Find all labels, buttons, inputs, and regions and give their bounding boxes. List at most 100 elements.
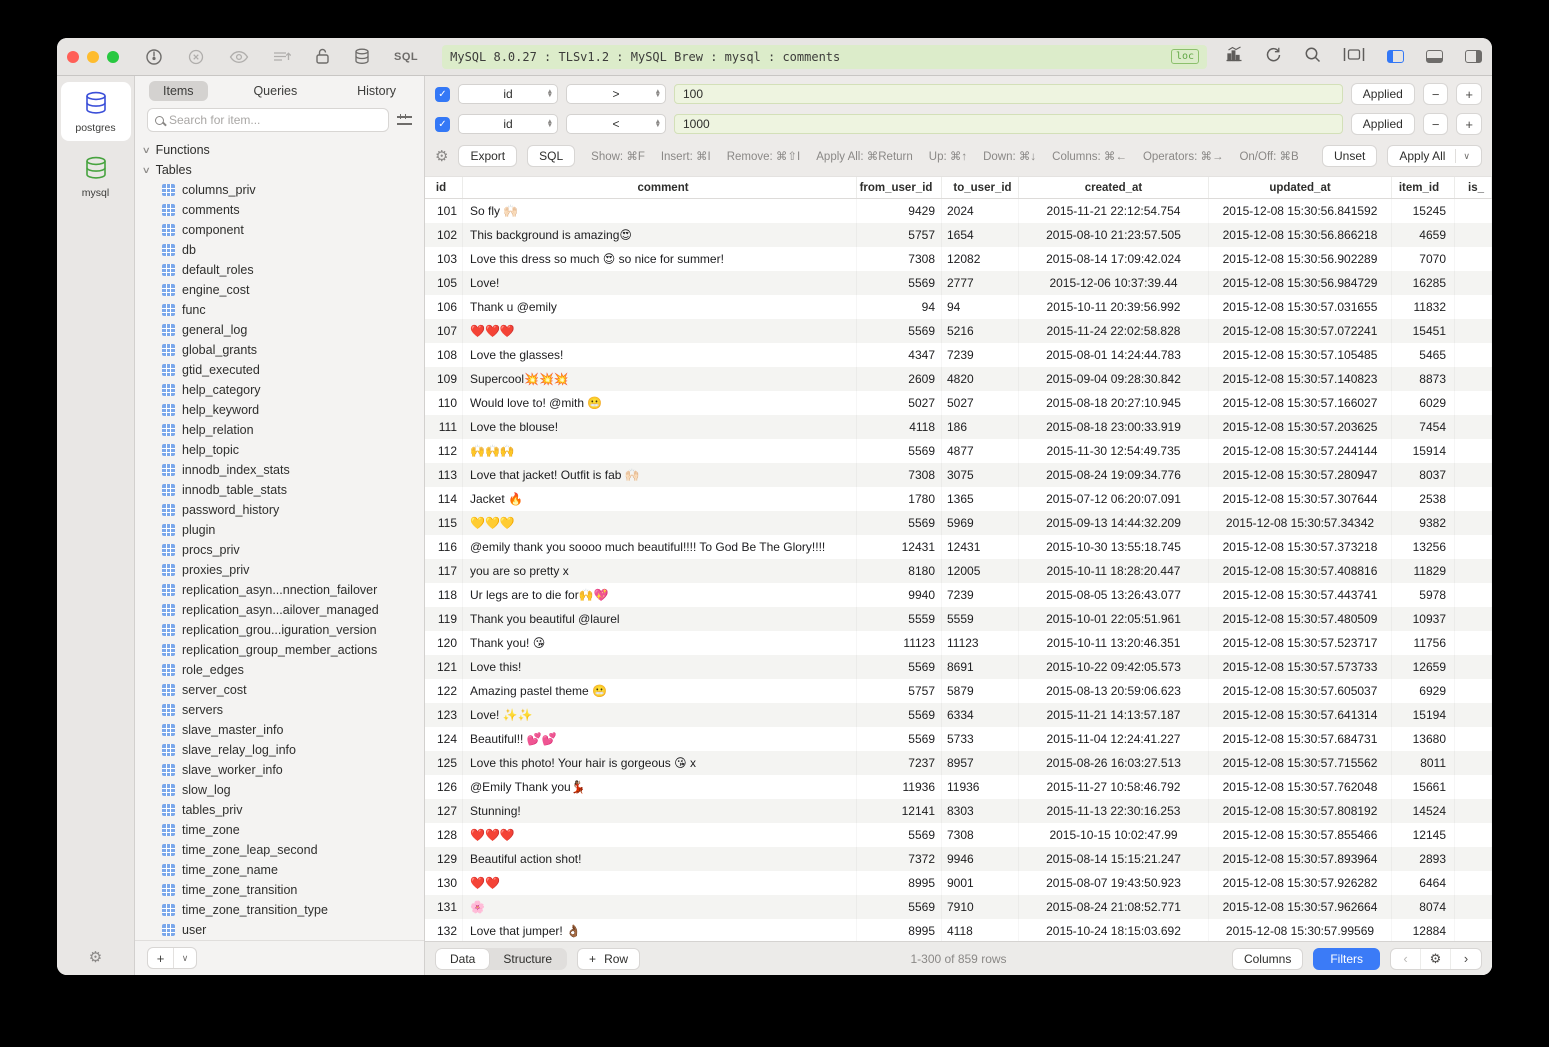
cell-updated-at[interactable]: 2015-12-08 15:30:57.105485 <box>1209 343 1392 367</box>
cell-created-at[interactable]: 2015-11-04 12:24:41.227 <box>1019 727 1209 751</box>
table-row[interactable]: 121 Love this! 5569 8691 2015-10-22 09:4… <box>425 655 1492 679</box>
cell-is[interactable] <box>1455 319 1492 343</box>
cell-created-at[interactable]: 2015-11-24 22:02:58.828 <box>1019 319 1209 343</box>
cell-is[interactable] <box>1455 391 1492 415</box>
chevron-down-icon[interactable]: ∨ <box>174 948 196 968</box>
cell-comment[interactable]: @Emily Thank you💃🏾 <box>463 775 857 799</box>
cell-comment[interactable]: Thank you! 😘 <box>463 631 857 655</box>
cell-from-user-id[interactable]: 5569 <box>857 655 942 679</box>
cell-item-id[interactable]: 8873 <box>1392 367 1455 391</box>
cell-from-user-id[interactable]: 8995 <box>857 871 942 895</box>
cell-updated-at[interactable]: 2015-12-08 15:30:57.408816 <box>1209 559 1392 583</box>
cell-from-user-id[interactable]: 7372 <box>857 847 942 871</box>
cell-id[interactable]: 126 <box>425 775 463 799</box>
cell-id[interactable]: 113 <box>425 463 463 487</box>
cell-id[interactable]: 128 <box>425 823 463 847</box>
lock-icon[interactable] <box>315 48 330 65</box>
table-row[interactable]: 111 Love the blouse! 4118 186 2015-08-18… <box>425 415 1492 439</box>
cell-id[interactable]: 125 <box>425 751 463 775</box>
sidebar-table-item[interactable]: slave_master_info <box>135 720 424 740</box>
cell-id[interactable]: 101 <box>425 199 463 223</box>
cell-to-user-id[interactable]: 1654 <box>942 223 1019 247</box>
cell-is[interactable] <box>1455 895 1492 919</box>
cell-id[interactable]: 103 <box>425 247 463 271</box>
cell-item-id[interactable]: 6464 <box>1392 871 1455 895</box>
cell-is[interactable] <box>1455 487 1492 511</box>
cell-comment[interactable]: ❤️❤️ <box>463 871 857 895</box>
sidebar-table-item[interactable]: replication_asyn...nnection_failover <box>135 580 424 600</box>
cell-updated-at[interactable]: 2015-12-08 15:30:57.855466 <box>1209 823 1392 847</box>
cell-item-id[interactable]: 11829 <box>1392 559 1455 583</box>
sidebar-table-item[interactable]: general_log <box>135 320 424 340</box>
cell-comment[interactable]: Amazing pastel theme 😬 <box>463 679 857 703</box>
cell-created-at[interactable]: 2015-10-22 09:42:05.573 <box>1019 655 1209 679</box>
cell-is[interactable] <box>1455 655 1492 679</box>
cell-is[interactable] <box>1455 535 1492 559</box>
cell-id[interactable]: 120 <box>425 631 463 655</box>
cell-comment[interactable]: Love the blouse! <box>463 415 857 439</box>
table-row[interactable]: 120 Thank you! 😘 11123 11123 2015-10-11 … <box>425 631 1492 655</box>
cell-updated-at[interactable]: 2015-12-08 15:30:57.480509 <box>1209 607 1392 631</box>
cell-id[interactable]: 127 <box>425 799 463 823</box>
table-row[interactable]: 105 Love! 5569 2777 2015-12-06 10:37:39.… <box>425 271 1492 295</box>
cell-created-at[interactable]: 2015-08-07 19:43:50.923 <box>1019 871 1209 895</box>
cell-item-id[interactable]: 15914 <box>1392 439 1455 463</box>
cell-item-id[interactable]: 6029 <box>1392 391 1455 415</box>
cell-updated-at[interactable]: 2015-12-08 15:30:57.99569 <box>1209 919 1392 941</box>
cell-updated-at[interactable]: 2015-12-08 15:30:57.140823 <box>1209 367 1392 391</box>
cell-to-user-id[interactable]: 186 <box>942 415 1019 439</box>
sidebar-table-item[interactable]: help_relation <box>135 420 424 440</box>
cell-comment[interactable]: Beautiful!! 💕💕 <box>463 727 857 751</box>
cell-from-user-id[interactable]: 7308 <box>857 247 942 271</box>
cell-is[interactable] <box>1455 295 1492 319</box>
cell-from-user-id[interactable]: 12141 <box>857 799 942 823</box>
cell-to-user-id[interactable]: 5733 <box>942 727 1019 751</box>
cell-item-id[interactable]: 16285 <box>1392 271 1455 295</box>
cell-comment[interactable]: Would love to! @mith 😬 <box>463 391 857 415</box>
cell-created-at[interactable]: 2015-08-14 17:09:42.024 <box>1019 247 1209 271</box>
cell-created-at[interactable]: 2015-10-24 18:15:03.692 <box>1019 919 1209 941</box>
sidebar-table-item[interactable]: proxies_priv <box>135 560 424 580</box>
search-input[interactable] <box>169 113 381 127</box>
sidebar-table-item[interactable]: time_zone_name <box>135 860 424 880</box>
cell-is[interactable] <box>1455 703 1492 727</box>
cell-from-user-id[interactable]: 4347 <box>857 343 942 367</box>
cell-updated-at[interactable]: 2015-12-08 15:30:57.072241 <box>1209 319 1392 343</box>
cell-is[interactable] <box>1455 871 1492 895</box>
cell-to-user-id[interactable]: 3075 <box>942 463 1019 487</box>
cell-created-at[interactable]: 2015-10-15 10:02:47.99 <box>1019 823 1209 847</box>
cell-created-at[interactable]: 2015-09-04 09:28:30.842 <box>1019 367 1209 391</box>
tree-group-functions[interactable]: ∨ Functions <box>135 140 424 160</box>
remove-filter-button[interactable]: − <box>1423 83 1449 105</box>
sidebar-table-item[interactable]: password_history <box>135 500 424 520</box>
table-row[interactable]: 127 Stunning! 12141 8303 2015-11-13 22:3… <box>425 799 1492 823</box>
cell-created-at[interactable]: 2015-08-26 16:03:27.513 <box>1019 751 1209 775</box>
cell-is[interactable] <box>1455 247 1492 271</box>
cell-comment[interactable]: Love the glasses! <box>463 343 857 367</box>
cell-updated-at[interactable]: 2015-12-08 15:30:57.244144 <box>1209 439 1392 463</box>
cell-id[interactable]: 121 <box>425 655 463 679</box>
cell-id[interactable]: 107 <box>425 319 463 343</box>
cell-id[interactable]: 109 <box>425 367 463 391</box>
cell-from-user-id[interactable]: 11123 <box>857 631 942 655</box>
table-row[interactable]: 118 Ur legs are to die for🙌💖 9940 7239 2… <box>425 583 1492 607</box>
sidebar-table-item[interactable]: component <box>135 220 424 240</box>
filter-options-icon[interactable] <box>397 114 412 126</box>
remove-filter-button[interactable]: − <box>1423 113 1449 135</box>
cell-to-user-id[interactable]: 9946 <box>942 847 1019 871</box>
cell-is[interactable] <box>1455 223 1492 247</box>
cell-id[interactable]: 106 <box>425 295 463 319</box>
column-header-item-id[interactable]: item_id <box>1392 177 1455 198</box>
cell-updated-at[interactable]: 2015-12-08 15:30:57.605037 <box>1209 679 1392 703</box>
cell-updated-at[interactable]: 2015-12-08 15:30:57.808192 <box>1209 799 1392 823</box>
filter-column-select[interactable]: id▲▼ <box>458 84 558 104</box>
cell-id[interactable]: 132 <box>425 919 463 941</box>
cell-from-user-id[interactable]: 5569 <box>857 511 942 535</box>
connection-mysql[interactable]: mysql <box>61 147 131 206</box>
cell-is[interactable] <box>1455 463 1492 487</box>
cell-to-user-id[interactable]: 4118 <box>942 919 1019 941</box>
cell-from-user-id[interactable]: 4118 <box>857 415 942 439</box>
cell-to-user-id[interactable]: 11936 <box>942 775 1019 799</box>
cell-to-user-id[interactable]: 11123 <box>942 631 1019 655</box>
cell-is[interactable] <box>1455 439 1492 463</box>
